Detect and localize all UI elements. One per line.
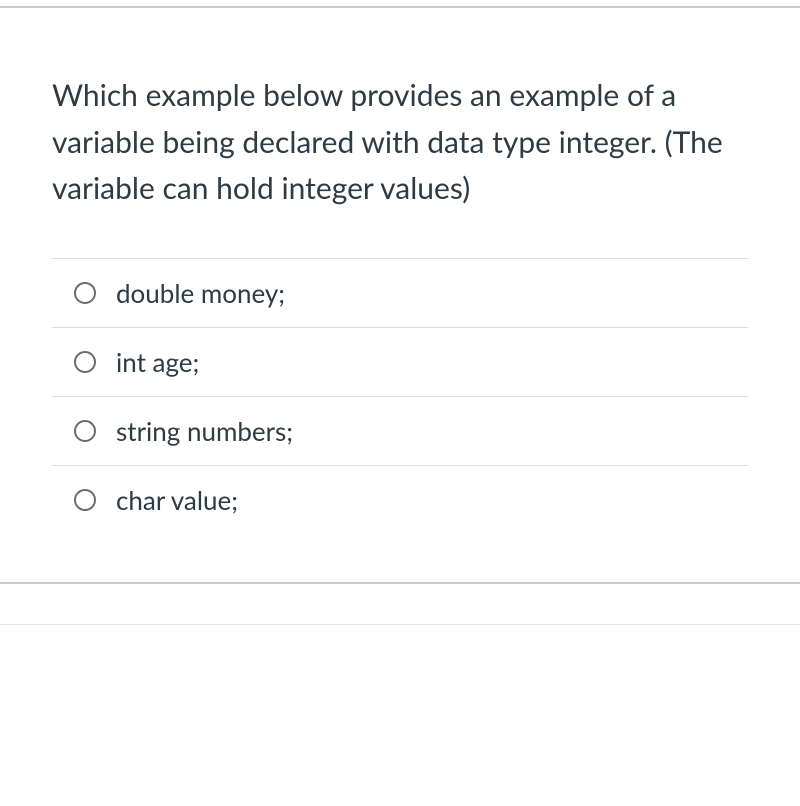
options-list: double money; int age; string numbers; c… xyxy=(52,258,748,534)
question-text: Which example below provides an example … xyxy=(52,72,748,212)
radio-icon[interactable] xyxy=(74,282,96,304)
faint-divider xyxy=(0,624,800,625)
option-row[interactable]: char value; xyxy=(52,466,748,534)
option-label: int age; xyxy=(116,346,199,378)
outer-divider-bottom xyxy=(0,582,800,584)
option-label: char value; xyxy=(116,484,238,516)
option-label: string numbers; xyxy=(116,415,293,447)
option-row[interactable]: int age; xyxy=(52,328,748,397)
question-container: Which example below provides an example … xyxy=(0,8,800,534)
radio-icon[interactable] xyxy=(74,489,96,511)
option-row[interactable]: double money; xyxy=(52,259,748,328)
radio-icon[interactable] xyxy=(74,351,96,373)
option-row[interactable]: string numbers; xyxy=(52,397,748,466)
radio-icon[interactable] xyxy=(74,420,96,442)
option-label: double money; xyxy=(116,277,285,309)
